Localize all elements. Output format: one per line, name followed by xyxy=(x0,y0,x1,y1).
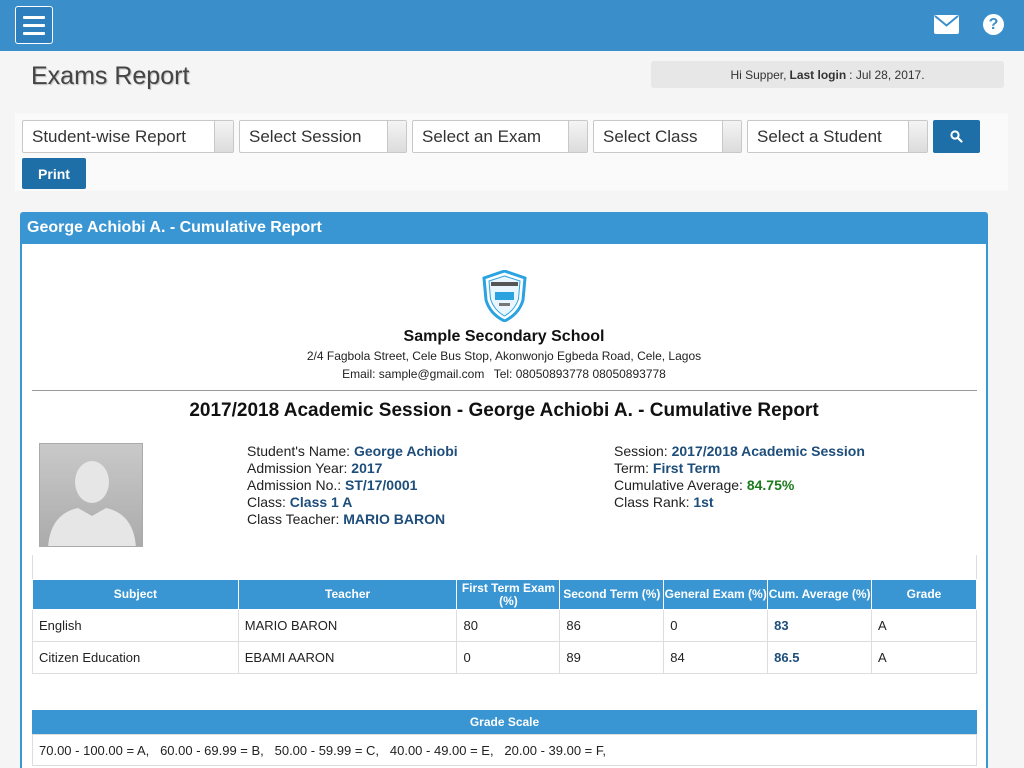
session-select[interactable]: Select Session xyxy=(239,120,407,153)
cell-subject: English xyxy=(32,609,239,642)
report-title: 2017/2018 Academic Session - George Achi… xyxy=(189,400,819,421)
school-email: Email: sample@gmail.com xyxy=(342,367,485,381)
login-label: Last login xyxy=(789,67,847,82)
school-tel: Tel: 08050893778 08050893778 xyxy=(493,367,666,381)
cell-general-exam: 0 xyxy=(663,609,769,642)
student-info-left: Student's Name: George Achiobi Admission… xyxy=(247,443,458,528)
class-rank: 1st xyxy=(693,494,714,510)
school-contact: Email: sample@gmail.com Tel: 08050893778… xyxy=(22,367,986,381)
cell-teacher: MARIO BARON xyxy=(237,609,458,642)
student-name: George Achiobi xyxy=(353,443,458,459)
cell-cum-average: 86.5 xyxy=(767,641,873,674)
report-session: 2017/2018 Academic Session xyxy=(671,443,865,459)
name-label: Student's Name: xyxy=(247,443,351,459)
envelope-icon[interactable] xyxy=(934,15,959,34)
student-class: Class 1 A xyxy=(289,494,353,510)
col-cum-average: Cum. Average (%) xyxy=(767,579,873,610)
student-value: Select a Student xyxy=(757,126,882,146)
exam-select[interactable]: Select an Exam xyxy=(412,120,588,153)
cell-cum-average: 83 xyxy=(767,609,873,642)
login-greeting: Hi Supper, xyxy=(730,67,787,82)
chevron-down-icon xyxy=(908,121,927,152)
report-type-value: Student-wise Report xyxy=(32,126,187,146)
term-label: Term: xyxy=(614,460,649,476)
divider xyxy=(32,390,977,391)
print-button[interactable]: Print xyxy=(22,158,86,189)
student-info-right: Session: 2017/2018 Academic Session Term… xyxy=(614,443,865,511)
school-name: Sample Secondary School xyxy=(403,328,605,345)
last-login-info: Hi Supper, Last login : Jul 28, 2017. xyxy=(651,61,1004,88)
search-icon xyxy=(950,130,963,143)
table-header-row: Subject Teacher First Term Exam (%) Seco… xyxy=(32,579,977,610)
session-label: Session: xyxy=(614,443,668,459)
chevron-down-icon xyxy=(214,121,233,152)
rank-label: Class Rank: xyxy=(614,494,690,510)
cell-subject: Citizen Education xyxy=(32,641,239,674)
question-circle-icon[interactable]: ? xyxy=(983,14,1004,35)
admission-year-label: Admission Year: xyxy=(247,460,348,476)
cell-teacher: EBAMI AARON xyxy=(237,641,458,674)
class-label: Class: xyxy=(247,494,286,510)
grade-scale-text: 70.00 - 100.00 = A, 60.00 - 69.99 = B, 5… xyxy=(32,734,977,766)
report-panel-title: George Achiobi A. - Cumulative Report xyxy=(22,214,986,244)
cum-avg-label: Cumulative Average: xyxy=(614,477,743,493)
col-first-term: First Term Exam (%) xyxy=(456,579,561,610)
student-avatar xyxy=(39,443,143,547)
marks-table: Subject Teacher First Term Exam (%) Seco… xyxy=(32,579,977,674)
teacher-label: Class Teacher: xyxy=(247,511,340,527)
table-row: English MARIO BARON 80 86 0 83 A xyxy=(32,609,977,642)
cell-first-term: 0 xyxy=(456,641,561,674)
table-row: Citizen Education EBAMI AARON 0 89 84 86… xyxy=(32,641,977,674)
chevron-down-icon xyxy=(722,121,741,152)
col-general-exam: General Exam (%) xyxy=(663,579,769,610)
class-select[interactable]: Select Class xyxy=(593,120,742,153)
user-silhouette-icon xyxy=(48,461,136,546)
cumulative-average: 84.75% xyxy=(746,477,795,493)
report-term: First Term xyxy=(652,460,721,476)
session-value: Select Session xyxy=(249,126,362,146)
cell-general-exam: 84 xyxy=(663,641,769,674)
cell-second-term: 86 xyxy=(559,609,665,642)
col-second-term: Second Term (%) xyxy=(559,579,665,610)
chevron-down-icon xyxy=(568,121,587,152)
class-teacher: MARIO BARON xyxy=(343,511,446,527)
filter-bar: Student-wise Report Select Session Selec… xyxy=(15,113,1008,191)
chevron-down-icon xyxy=(387,121,406,152)
class-value: Select Class xyxy=(603,126,698,146)
cell-second-term: 89 xyxy=(559,641,665,674)
page-title: Exams Report xyxy=(31,62,190,90)
table-spacer xyxy=(32,555,977,579)
admission-no-label: Admission No.: xyxy=(247,477,342,493)
report-type-select[interactable]: Student-wise Report xyxy=(22,120,234,153)
school-logo-icon xyxy=(482,270,527,322)
login-date: : Jul 28, 2017. xyxy=(849,67,925,82)
school-address: 2/4 Fagbola Street, Cele Bus Stop, Akonw… xyxy=(306,349,702,363)
cell-first-term: 80 xyxy=(456,609,561,642)
grade-scale-values: 70.00 - 100.00 = A, 60.00 - 69.99 = B, 5… xyxy=(39,742,606,758)
cell-grade: A xyxy=(871,609,977,642)
search-button[interactable] xyxy=(933,120,980,153)
report-panel: George Achiobi A. - Cumulative Report Sa… xyxy=(20,212,988,768)
hamburger-icon[interactable] xyxy=(15,6,53,44)
student-select[interactable]: Select a Student xyxy=(747,120,928,153)
exam-value: Select an Exam xyxy=(422,126,542,146)
col-teacher: Teacher xyxy=(237,579,458,610)
top-navbar: ? xyxy=(0,0,1024,51)
admission-year: 2017 xyxy=(351,460,383,476)
admission-no: ST/17/0001 xyxy=(345,477,418,493)
cell-grade: A xyxy=(871,641,977,674)
col-subject: Subject xyxy=(32,579,239,610)
grade-scale-title: Grade Scale xyxy=(32,710,977,734)
col-grade: Grade xyxy=(871,579,977,610)
